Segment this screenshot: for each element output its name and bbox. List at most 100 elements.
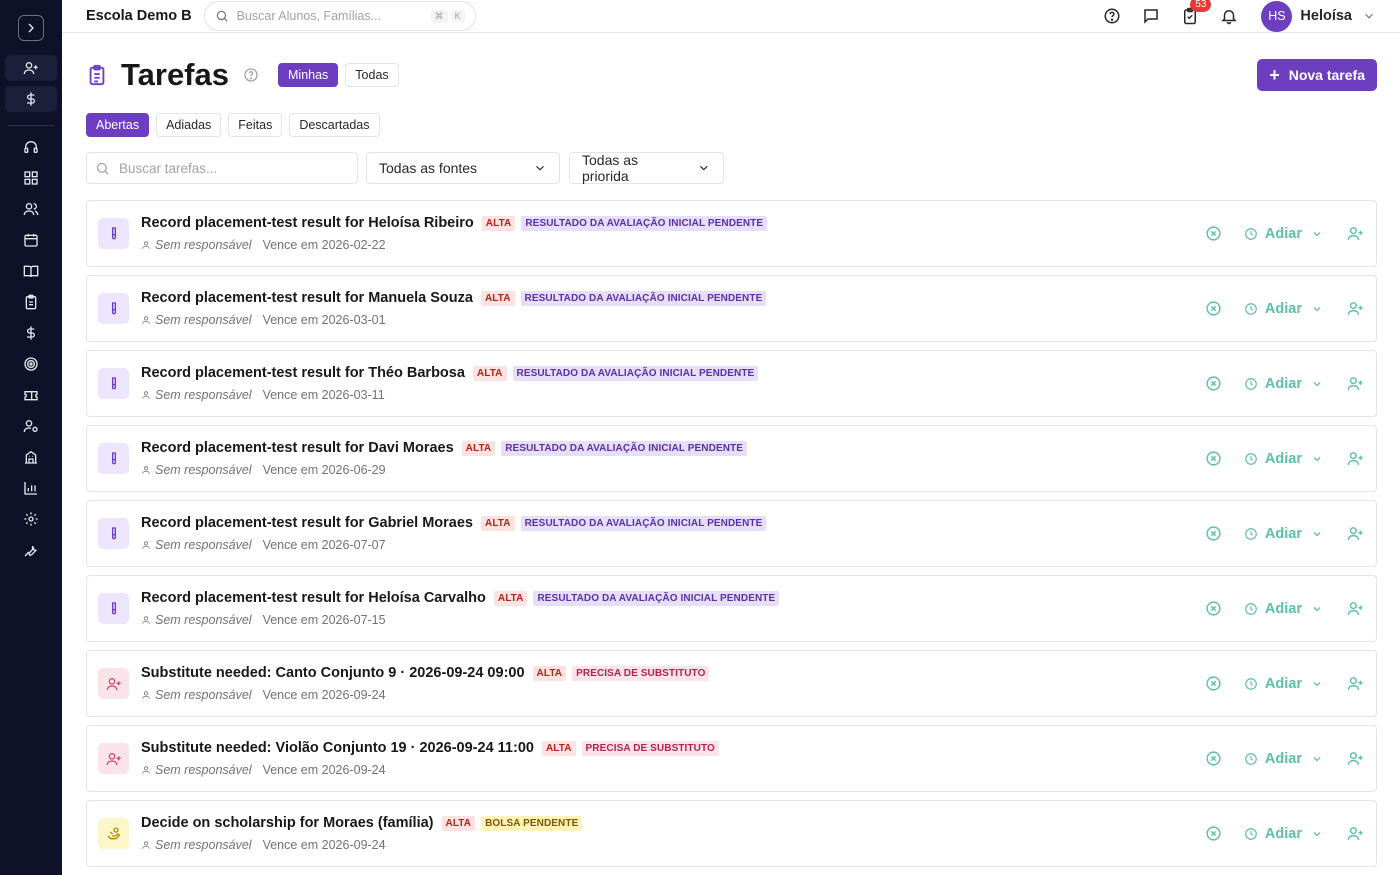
- task-title[interactable]: Record placement-test result for Gabriel…: [141, 515, 473, 531]
- chevron-down-icon: [1313, 456, 1321, 461]
- task-title[interactable]: Substitute needed: Violão Conjunto 19 · …: [141, 740, 534, 756]
- assign-user-plus-icon[interactable]: [1347, 750, 1364, 767]
- assign-user-plus-icon[interactable]: [1347, 825, 1364, 842]
- school-name[interactable]: Escola Demo B: [86, 8, 192, 24]
- tab-minhas[interactable]: Minhas: [278, 63, 339, 87]
- page-title: Tarefas: [121, 57, 229, 92]
- sidebar-item-people[interactable]: [5, 196, 57, 222]
- sidebar-item-staff[interactable]: [5, 413, 57, 439]
- clock-icon: [1245, 752, 1257, 765]
- status-tab-adiadas[interactable]: Adiadas: [156, 113, 222, 137]
- snooze-label: Adiar: [1264, 675, 1302, 692]
- task-search-placeholder: Buscar tarefas...: [119, 160, 218, 176]
- task-title-line: Record placement-test result for Gabriel…: [141, 515, 1205, 531]
- task-row[interactable]: Record placement-test result for Théo Ba…: [86, 350, 1377, 417]
- snooze-button[interactable]: Adiar: [1244, 676, 1323, 692]
- task-title[interactable]: Record placement-test result for Heloísa…: [141, 590, 486, 606]
- dismiss-circle-x-icon[interactable]: [1205, 825, 1222, 842]
- sidebar-item-admissions[interactable]: [5, 55, 57, 81]
- task-title[interactable]: Record placement-test result for Davi Mo…: [141, 440, 454, 456]
- status-tab-abertas[interactable]: Abertas: [86, 113, 150, 137]
- sidebar-item-dashboard[interactable]: [5, 165, 57, 191]
- snooze-label: Adiar: [1264, 450, 1302, 467]
- sidebar-item-tickets[interactable]: [5, 382, 57, 408]
- task-title[interactable]: Record placement-test result for Manuela…: [141, 290, 473, 306]
- sidebar-item-calendar[interactable]: [5, 227, 57, 253]
- user-icon: [142, 541, 150, 549]
- assign-user-plus-icon[interactable]: [1347, 225, 1364, 242]
- sidebar-item-billing[interactable]: [5, 86, 57, 112]
- dismiss-circle-x-icon[interactable]: [1205, 750, 1222, 767]
- task-actions: Adiar: [1205, 300, 1364, 317]
- clipboard-icon: [89, 64, 105, 86]
- sidebar-toggle-button[interactable]: [18, 15, 44, 41]
- task-title-line: Substitute needed: Violão Conjunto 19 · …: [141, 740, 1205, 756]
- task-row[interactable]: Substitute needed: Violão Conjunto 19 · …: [86, 725, 1377, 792]
- clock-icon: [1245, 602, 1257, 615]
- assign-user-plus-icon[interactable]: [1347, 300, 1364, 317]
- dismiss-circle-x-icon[interactable]: [1205, 300, 1222, 317]
- snooze-button[interactable]: Adiar: [1244, 376, 1323, 392]
- source-filter-select[interactable]: Todas as fontes: [366, 152, 560, 184]
- sidebar-item-school[interactable]: [5, 444, 57, 470]
- global-search[interactable]: Buscar Alunos, Famílias... ⌘ K: [203, 1, 476, 31]
- snooze-button[interactable]: Adiar: [1244, 751, 1323, 767]
- help-button[interactable]: [1102, 6, 1122, 26]
- snooze-button[interactable]: Adiar: [1244, 301, 1323, 317]
- task-title[interactable]: Substitute needed: Canto Conjunto 9 · 20…: [141, 665, 525, 681]
- new-task-button[interactable]: + Nova tarefa: [1257, 59, 1377, 91]
- task-title[interactable]: Decide on scholarship for Moraes (famíli…: [141, 815, 434, 831]
- tasks-inbox-button[interactable]: 53: [1180, 0, 1212, 26]
- dismiss-circle-x-icon[interactable]: [1205, 600, 1222, 617]
- chevron-down-icon: [1365, 13, 1373, 19]
- tab-todas[interactable]: Todas: [345, 63, 399, 87]
- task-row[interactable]: Record placement-test result for Heloísa…: [86, 200, 1377, 267]
- sidebar-item-settings[interactable]: [5, 506, 57, 532]
- task-row[interactable]: Substitute needed: Canto Conjunto 9 · 20…: [86, 650, 1377, 717]
- help-circle-icon[interactable]: [243, 67, 259, 83]
- assign-user-plus-icon[interactable]: [1347, 450, 1364, 467]
- assign-user-plus-icon[interactable]: [1347, 675, 1364, 692]
- clock-icon: [1245, 677, 1257, 690]
- message-square-icon: [1144, 9, 1159, 24]
- task-row[interactable]: Record placement-test result for Manuela…: [86, 275, 1377, 342]
- snooze-button[interactable]: Adiar: [1244, 451, 1323, 467]
- sidebar-item-reports[interactable]: [5, 475, 57, 501]
- dismiss-circle-x-icon[interactable]: [1205, 675, 1222, 692]
- task-assignee: Sem responsável: [155, 688, 252, 702]
- task-row[interactable]: Record placement-test result for Davi Mo…: [86, 425, 1377, 492]
- task-row[interactable]: Record placement-test result for Gabriel…: [86, 500, 1377, 567]
- task-search-input[interactable]: Buscar tarefas...: [86, 152, 358, 184]
- task-title[interactable]: Record placement-test result for Heloísa…: [141, 215, 474, 231]
- status-tab-feitas[interactable]: Feitas: [228, 113, 283, 137]
- dismiss-circle-x-icon[interactable]: [1205, 525, 1222, 542]
- sidebar-item-tasks[interactable]: [5, 289, 57, 315]
- snooze-button[interactable]: Adiar: [1244, 826, 1323, 842]
- sidebar-item-finance[interactable]: [5, 320, 57, 346]
- notifications-button[interactable]: [1219, 6, 1239, 26]
- snooze-button[interactable]: Adiar: [1244, 601, 1323, 617]
- page-header: Tarefas Minhas Todas + Nova tarefa: [86, 57, 1377, 93]
- sidebar-item-courses[interactable]: [5, 258, 57, 284]
- sidebar-item-tools[interactable]: [5, 537, 57, 563]
- ticket-icon: [24, 391, 38, 401]
- task-assignee: Sem responsável: [155, 838, 252, 852]
- status-tab-descartadas[interactable]: Descartadas: [289, 113, 380, 137]
- dismiss-circle-x-icon[interactable]: [1205, 225, 1222, 242]
- user-menu[interactable]: HS Heloísa: [1261, 0, 1376, 32]
- task-title[interactable]: Record placement-test result for Théo Ba…: [141, 365, 465, 381]
- assign-user-plus-icon[interactable]: [1347, 525, 1364, 542]
- dismiss-circle-x-icon[interactable]: [1205, 375, 1222, 392]
- priority-badge: ALTA: [441, 815, 476, 831]
- snooze-button[interactable]: Adiar: [1244, 526, 1323, 542]
- snooze-button[interactable]: Adiar: [1244, 226, 1323, 242]
- dismiss-circle-x-icon[interactable]: [1205, 450, 1222, 467]
- sidebar-item-goals[interactable]: [5, 351, 57, 377]
- sidebar-item-support[interactable]: [5, 134, 57, 160]
- task-row[interactable]: Record placement-test result for Heloísa…: [86, 575, 1377, 642]
- task-row[interactable]: Decide on scholarship for Moraes (famíli…: [86, 800, 1377, 867]
- assign-user-plus-icon[interactable]: [1347, 375, 1364, 392]
- priority-filter-select[interactable]: Todas as priorida: [569, 152, 724, 184]
- assign-user-plus-icon[interactable]: [1347, 600, 1364, 617]
- messages-button[interactable]: [1141, 6, 1161, 26]
